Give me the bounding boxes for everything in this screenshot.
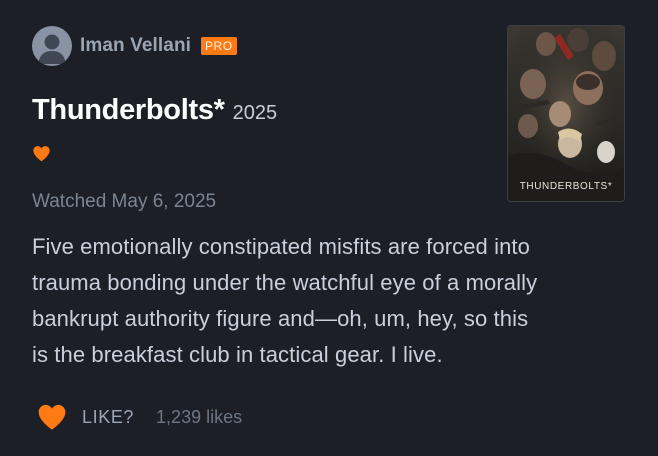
like-button[interactable]: LIKE? — [82, 407, 134, 428]
pro-badge: PRO — [201, 37, 237, 55]
review-line: Five emotionally constipated misfits are… — [32, 234, 530, 259]
like-control: LIKE? 1,239 likes — [36, 402, 242, 432]
poster-artwork — [508, 26, 624, 201]
heart-icon — [33, 146, 50, 162]
film-poster[interactable]: THUNDERBOLTS* — [507, 25, 625, 202]
review-card: Iman Vellani PRO Thunderbolts* 2025 Watc… — [0, 0, 658, 456]
review-line: trauma bonding under the watchful eye of… — [32, 270, 538, 295]
poster-title: THUNDERBOLTS* — [519, 181, 613, 192]
film-heading: Thunderbolts* 2025 — [32, 94, 277, 127]
user-silhouette-icon — [38, 34, 66, 64]
watched-date: Watched May 6, 2025 — [32, 191, 217, 212]
film-year[interactable]: 2025 — [233, 102, 278, 125]
review-text: Five emotionally constipated misfits are… — [32, 229, 632, 373]
review-author[interactable]: Iman Vellani PRO — [32, 26, 237, 66]
author-name[interactable]: Iman Vellani — [80, 35, 191, 57]
film-title[interactable]: Thunderbolts* — [32, 94, 225, 127]
likes-count[interactable]: 1,239 likes — [156, 407, 242, 428]
review-line: is the breakfast club in tactical gear. … — [32, 342, 443, 367]
avatar[interactable] — [32, 26, 72, 66]
review-line: bankrupt authority figure and—oh, um, he… — [32, 306, 529, 331]
like-heart-icon[interactable] — [36, 403, 68, 431]
